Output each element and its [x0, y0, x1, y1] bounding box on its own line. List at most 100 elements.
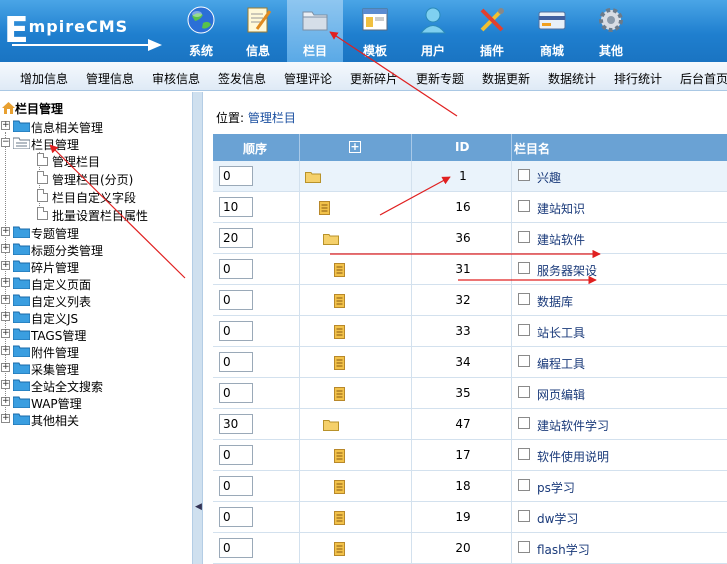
collapse-arrow-icon[interactable]: ◀ — [195, 502, 202, 512]
collapse-icon[interactable]: − — [1, 138, 10, 147]
expand-icon[interactable]: + — [1, 227, 10, 236]
column-name-link[interactable]: 编程工具 — [537, 355, 585, 372]
menu-update-fragment[interactable]: 更新碎片 — [350, 70, 398, 87]
row-checkbox[interactable] — [518, 448, 530, 460]
column-name-link[interactable]: 建站知识 — [537, 200, 585, 217]
expand-icon[interactable]: + — [1, 346, 10, 355]
folder-open-icon — [13, 137, 30, 149]
order-input[interactable] — [219, 290, 253, 310]
column-name-link[interactable]: 软件使用说明 — [537, 448, 609, 465]
column-id: 17 — [455, 448, 471, 462]
row-checkbox[interactable] — [518, 262, 530, 274]
column-name-link[interactable]: 服务器架设 — [537, 262, 597, 279]
tree-subitem-batch-attr[interactable]: 批量设置栏目属性 — [0, 206, 192, 223]
expand-icon[interactable]: + — [1, 261, 10, 270]
column-name-link[interactable]: 建站软件 — [537, 231, 585, 248]
column-name-link[interactable]: 站长工具 — [537, 324, 585, 341]
order-input[interactable] — [219, 166, 253, 186]
menu-sign-info[interactable]: 签发信息 — [218, 70, 266, 87]
row-checkbox[interactable] — [518, 386, 530, 398]
folder-icon — [13, 226, 30, 238]
nav-info[interactable]: 信息 — [230, 0, 286, 62]
expand-icon[interactable]: + — [1, 414, 10, 423]
row-checkbox[interactable] — [518, 169, 530, 181]
menu-rank-stats[interactable]: 排行统计 — [614, 70, 662, 87]
order-input[interactable] — [219, 352, 253, 372]
nav-plugin[interactable]: 插件 — [464, 0, 520, 62]
menu-review-info[interactable]: 审核信息 — [152, 70, 200, 87]
folder-icon — [302, 11, 328, 31]
expand-icon[interactable]: + — [1, 312, 10, 321]
row-checkbox[interactable] — [518, 293, 530, 305]
tree-item-label: 附件管理 — [31, 346, 80, 360]
expand-icon[interactable]: + — [1, 397, 10, 406]
menu-data-update[interactable]: 数据更新 — [482, 70, 530, 87]
order-input[interactable] — [219, 507, 253, 527]
folder-icon — [13, 260, 30, 272]
nav-shop[interactable]: 商城 — [524, 0, 580, 62]
order-input[interactable] — [219, 228, 253, 248]
tools-icon — [480, 8, 504, 32]
column-name-link[interactable]: 兴趣 — [537, 169, 561, 186]
menu-admin-home[interactable]: 后台首页 — [680, 70, 727, 87]
column-name-link[interactable]: ps学习 — [537, 479, 575, 496]
tree-item-label: WAP管理 — [31, 397, 82, 411]
folder-icon — [323, 420, 339, 431]
tree-subitem-manage-column[interactable]: 管理栏目 — [0, 152, 192, 169]
expand-icon[interactable]: + — [1, 380, 10, 389]
menu-add-info[interactable]: 增加信息 — [20, 70, 68, 87]
expand-icon[interactable]: + — [1, 295, 10, 304]
order-input[interactable] — [219, 538, 253, 558]
order-input[interactable] — [219, 259, 253, 279]
tree-root-label: 栏目管理 — [15, 102, 64, 116]
menu-update-topic[interactable]: 更新专题 — [416, 70, 464, 87]
expand-all-icon[interactable]: + — [349, 141, 361, 153]
tree-subitem-custom-field[interactable]: 栏目自定义字段 — [0, 188, 192, 205]
column-id: 36 — [455, 231, 471, 245]
row-checkbox[interactable] — [518, 417, 530, 429]
nav-template[interactable]: 模板 — [347, 0, 403, 62]
menu-manage-info[interactable]: 管理信息 — [86, 70, 134, 87]
sidebar-splitter[interactable]: ◀ — [192, 92, 203, 564]
header-cell-id: ID — [412, 134, 512, 161]
menu-manage-comment[interactable]: 管理评论 — [284, 70, 332, 87]
column-id: 16 — [455, 200, 471, 214]
globe-icon — [187, 6, 215, 34]
expand-icon[interactable]: + — [1, 278, 10, 287]
table-row: 32 数据库 — [213, 285, 727, 316]
order-input[interactable] — [219, 383, 253, 403]
row-checkbox[interactable] — [518, 479, 530, 491]
expand-icon[interactable]: + — [1, 329, 10, 338]
row-checkbox[interactable] — [518, 200, 530, 212]
order-input[interactable] — [219, 445, 253, 465]
order-input[interactable] — [219, 476, 253, 496]
expand-icon[interactable]: + — [1, 244, 10, 253]
order-input[interactable] — [219, 321, 253, 341]
menu-data-stats[interactable]: 数据统计 — [548, 70, 596, 87]
tree-subitem-label: 管理栏目(分页) — [52, 173, 134, 187]
order-input[interactable] — [219, 197, 253, 217]
nav-column[interactable]: 栏目 — [287, 0, 343, 62]
column-name-link[interactable]: flash学习 — [537, 541, 590, 558]
nav-system[interactable]: 系统 — [173, 0, 229, 62]
column-name-link[interactable]: 网页编辑 — [537, 386, 585, 403]
row-checkbox[interactable] — [518, 324, 530, 336]
column-name-link[interactable]: dw学习 — [537, 510, 578, 527]
page-icon — [37, 207, 48, 220]
table-row: 34 编程工具 — [213, 347, 727, 378]
column-name-link[interactable]: 建站软件学习 — [537, 417, 609, 434]
row-checkbox[interactable] — [518, 541, 530, 553]
tree-subitem-manage-column-paged[interactable]: 管理栏目(分页) — [0, 170, 192, 187]
table-row: 33 站长工具 — [213, 316, 727, 347]
row-checkbox[interactable] — [518, 355, 530, 367]
nav-user[interactable]: 用户 — [405, 0, 461, 62]
nav-other[interactable]: 其他 — [583, 0, 639, 62]
order-input[interactable] — [219, 414, 253, 434]
breadcrumb-link[interactable]: 管理栏目 — [248, 111, 296, 125]
column-name-link[interactable]: 数据库 — [537, 293, 573, 310]
row-checkbox[interactable] — [518, 231, 530, 243]
expand-icon[interactable]: + — [1, 121, 10, 130]
tree-item-label: 碎片管理 — [31, 261, 80, 275]
expand-icon[interactable]: + — [1, 363, 10, 372]
row-checkbox[interactable] — [518, 510, 530, 522]
